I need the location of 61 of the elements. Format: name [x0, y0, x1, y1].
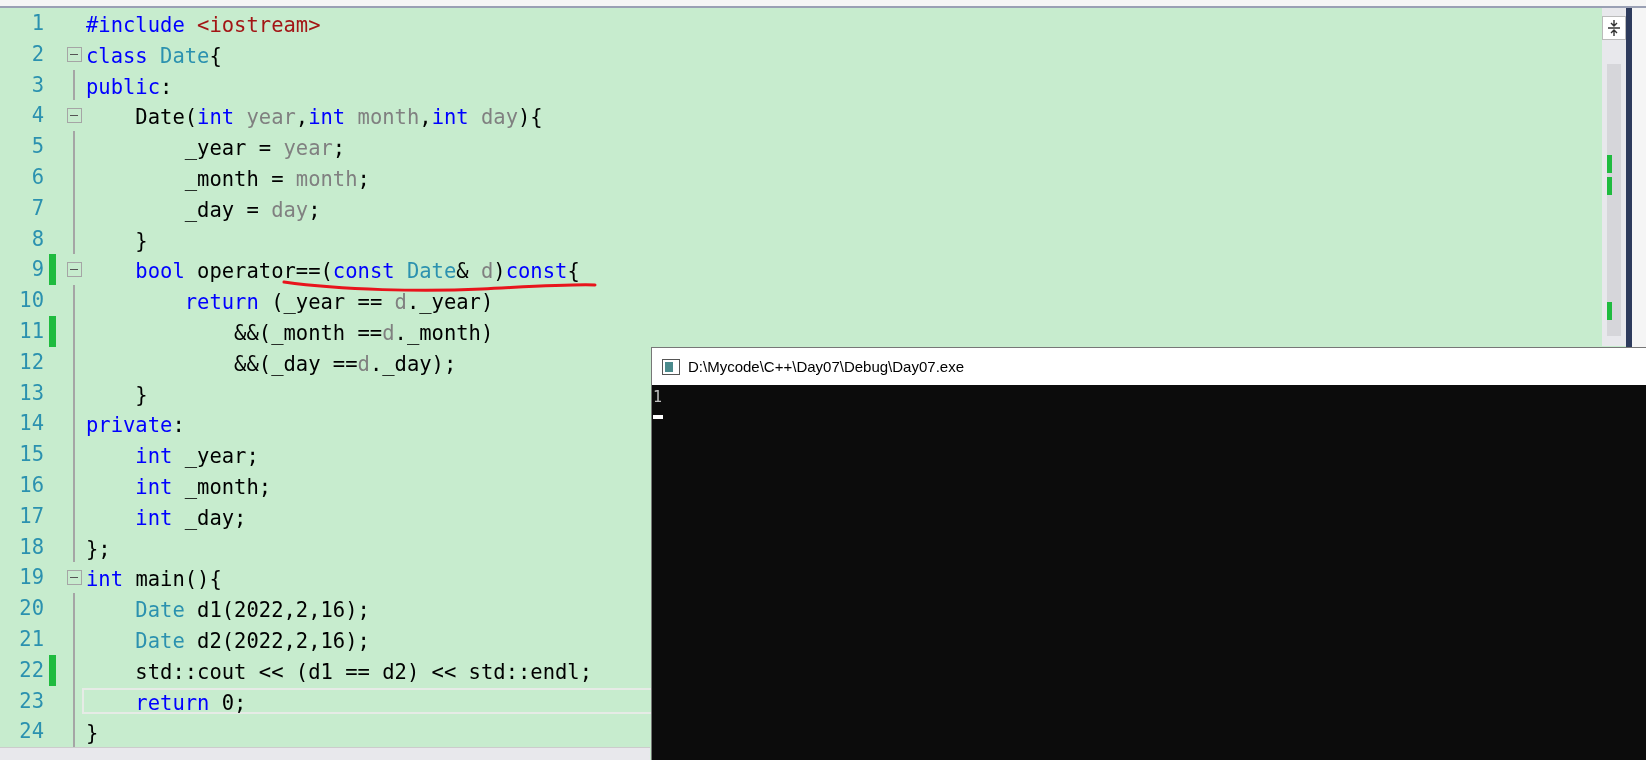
line-number: 1	[30, 10, 44, 37]
code-line: public:	[85, 73, 174, 99]
line-number: 4	[30, 102, 44, 130]
change-marker	[1607, 177, 1612, 196]
code-line: Date d2(2022,2,16);	[134, 627, 371, 653]
line-number: 19	[18, 564, 44, 592]
collapse-icon[interactable]	[66, 108, 82, 124]
line-number: 17	[18, 502, 44, 530]
collapse-icon[interactable]	[66, 46, 82, 62]
change-marker	[1607, 154, 1612, 173]
console-output: 1	[653, 387, 663, 407]
horizontal-scrollbar[interactable]	[0, 747, 650, 760]
line-number: 18	[18, 533, 44, 561]
line-number: 5	[30, 133, 44, 161]
line-number: 7	[30, 194, 44, 222]
line-number: 23	[18, 687, 44, 715]
line-number: 14	[18, 410, 44, 438]
code-line: }	[85, 720, 100, 746]
line-number: 13	[18, 379, 44, 407]
code-line: _year = year;	[183, 135, 347, 160]
line-number: 16	[18, 471, 44, 499]
split-icon[interactable]	[1602, 16, 1626, 40]
code-line: Date(int year,int month,int day){	[134, 104, 544, 130]
line-number: 3	[30, 71, 44, 99]
code-line: Date d1(2022,2,16);	[134, 597, 371, 622]
code-line: int _day;	[134, 504, 248, 530]
code-line: return (_year == d._year)	[183, 289, 495, 314]
collapse-icon[interactable]	[66, 262, 82, 278]
line-number: 10	[18, 287, 44, 315]
line-number: 15	[18, 441, 44, 469]
line-number: 8	[30, 225, 44, 253]
code-line: std::cout << (d1 == d2) << std::endl;	[134, 658, 594, 684]
line-number: 9	[30, 256, 44, 284]
change-marker	[1607, 302, 1612, 320]
code-line: _month = month;	[183, 166, 371, 191]
console-title: D:\Mycode\C++\Day07\Debug\Day07.exe	[688, 358, 964, 375]
code-line: }	[134, 227, 149, 253]
line-number: 12	[18, 348, 44, 376]
code-line: &&(_day ==d._day);	[233, 350, 458, 376]
code-line: };	[85, 535, 112, 561]
code-line: class Date{	[85, 42, 223, 68]
line-number: 22	[18, 656, 44, 684]
line-number: 20	[18, 595, 44, 623]
line-number: 2	[30, 40, 44, 68]
vertical-scrollbar[interactable]	[1602, 8, 1626, 346]
line-number: 6	[30, 164, 44, 191]
collapse-icon[interactable]	[66, 570, 82, 586]
line-number: 11	[18, 317, 44, 345]
line-number: 24	[18, 718, 44, 746]
console-app-icon	[662, 358, 680, 375]
code-line: int main(){	[85, 566, 223, 592]
code-line: int _month;	[134, 473, 273, 499]
code-line: private:	[85, 412, 186, 438]
line-number: 21	[18, 625, 44, 653]
code-line: bool operator==(const Date& d)const{	[134, 258, 581, 284]
code-line: #include <iostream>	[85, 12, 322, 37]
console-cursor	[653, 415, 663, 419]
code-line: }	[134, 381, 149, 407]
code-line: int _year;	[134, 443, 260, 468]
code-line: _day = day;	[183, 196, 322, 222]
code-line: &&(_month ==d._month)	[233, 319, 495, 345]
